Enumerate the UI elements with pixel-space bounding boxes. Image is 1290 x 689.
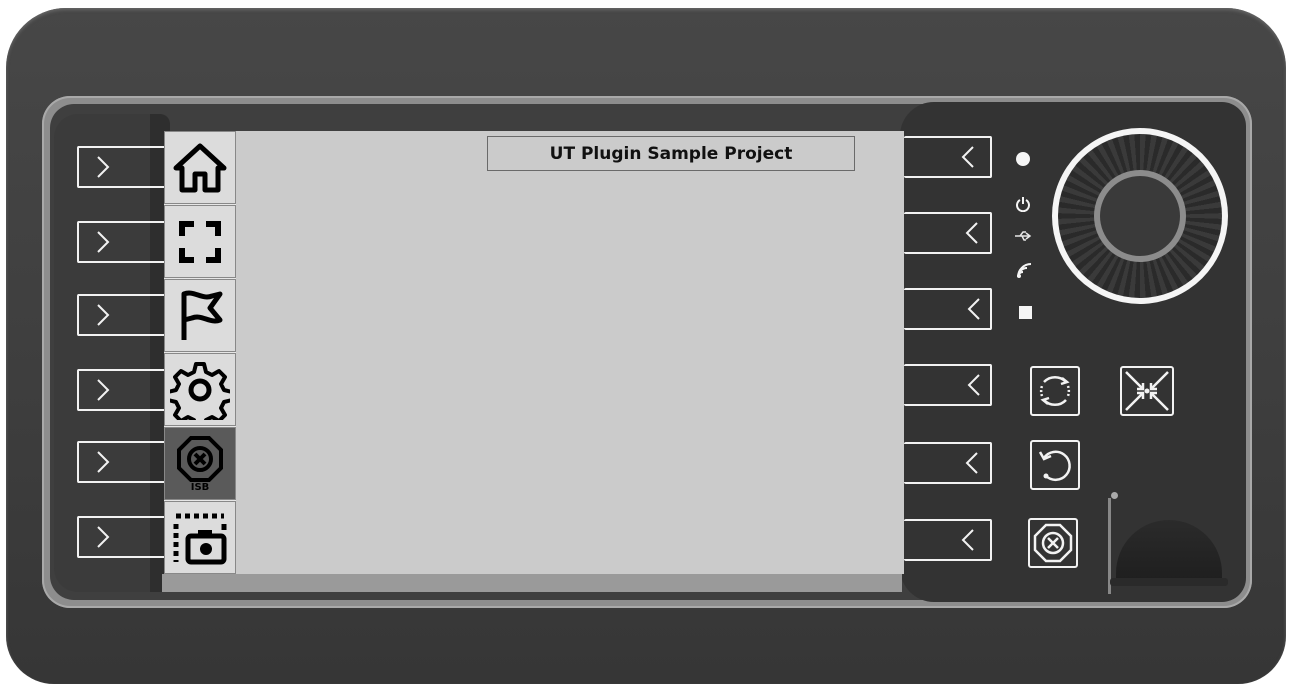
left-function-key-2[interactable] [77,221,169,263]
right-function-key-1[interactable] [904,136,992,178]
right-function-key-2[interactable] [904,212,992,254]
antenna-tip [1111,492,1118,499]
page-title: UT Plugin Sample Project [487,136,855,171]
collapse-arrows-icon [1125,371,1169,411]
chevron-left-icon [961,146,974,168]
softkey-home[interactable] [164,131,236,204]
left-function-key-4[interactable] [77,369,169,411]
settings-gear-icon [170,361,230,420]
chevron-right-icon [97,156,110,178]
stop-octagon-icon [1033,523,1073,563]
wireless-icon [1017,263,1032,278]
isb-stop-icon [177,435,223,482]
rotary-knob-button[interactable] [1100,176,1180,256]
cross-arrows-button[interactable] [1120,366,1174,416]
softkey-screenshot[interactable] [164,501,236,574]
right-function-key-6[interactable] [904,519,992,561]
left-function-key-5[interactable] [77,441,169,483]
screenshot-camera-icon [173,513,227,564]
home-icon [173,143,227,192]
square-indicator-icon [1019,306,1032,319]
chevron-left-icon [967,374,980,396]
power-icon [1016,197,1030,212]
isb-label: ISB [190,481,210,493]
softkey-column: ISB [164,131,236,574]
softkey-settings[interactable] [164,353,236,426]
status-led-icon [1016,152,1030,166]
fullscreen-icon [179,220,221,263]
chevron-left-icon [961,529,974,551]
left-function-key-1[interactable] [77,146,169,188]
chevron-right-icon [97,451,110,473]
undo-arrow-icon [1038,450,1071,482]
right-function-key-5[interactable] [904,442,992,484]
chevron-right-icon [97,379,110,401]
softkey-fullscreen[interactable] [164,205,236,278]
chevron-right-icon [97,304,110,326]
right-function-key-4[interactable] [904,364,992,406]
rotate-button[interactable] [1030,366,1080,416]
softkey-isb[interactable]: ISB [164,427,236,500]
rotate-arrows-icon [1039,375,1071,407]
chevron-left-icon [965,452,978,474]
display-screen [236,131,904,574]
screen-bottom-edge [162,574,902,592]
usb-icon [1015,231,1032,241]
softkey-flag[interactable] [164,279,236,352]
chevron-left-icon [965,222,978,244]
right-function-key-3[interactable] [904,288,992,330]
chevron-right-icon [97,231,110,253]
stop-button[interactable] [1028,518,1078,568]
chevron-right-icon [97,526,110,548]
chevron-left-icon [967,298,980,320]
flag-icon [181,290,223,340]
thumb-wheel-base [1110,578,1228,586]
left-function-key-3[interactable] [77,294,169,336]
left-function-key-6[interactable] [77,516,169,558]
undo-button[interactable] [1030,440,1080,490]
